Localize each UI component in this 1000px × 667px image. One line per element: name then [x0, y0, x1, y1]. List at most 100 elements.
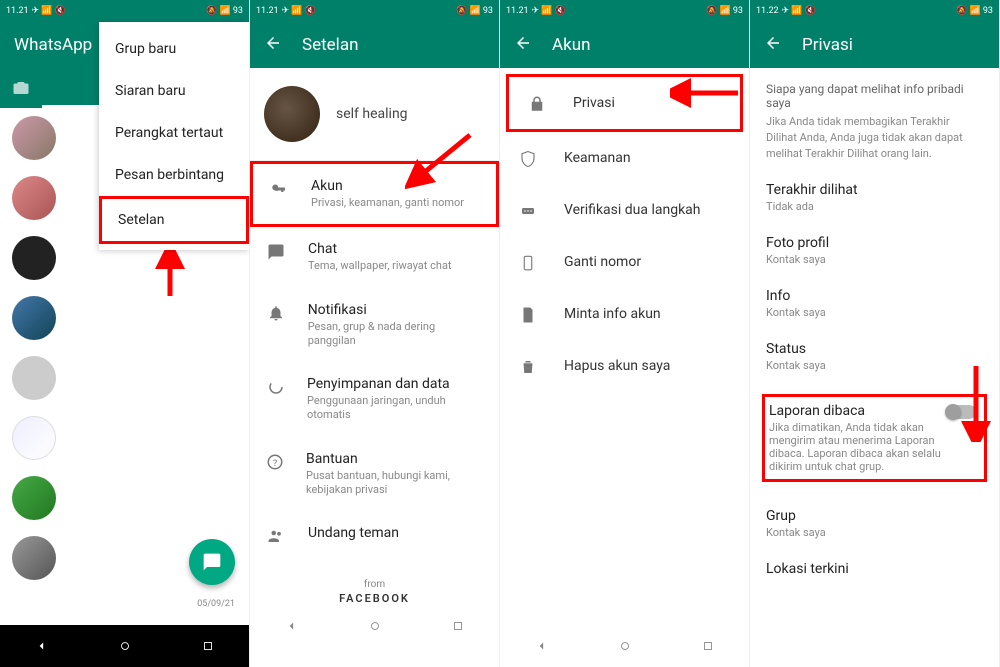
- phone-icon: [518, 252, 538, 272]
- nav-home-icon[interactable]: [117, 638, 133, 654]
- chat-row[interactable]: [0, 288, 249, 348]
- privacy-status[interactable]: Status Kontak saya: [766, 341, 983, 372]
- menu-item-new-broadcast[interactable]: Siaran baru: [99, 70, 249, 112]
- menu-item-new-group[interactable]: Grup baru: [99, 28, 249, 70]
- nav-recent-icon[interactable]: [450, 618, 466, 634]
- page-title: Setelan: [302, 35, 358, 55]
- item-title: Info: [766, 288, 983, 304]
- setting-help[interactable]: ? Bantuan Pusat bantuan, hubungi kami, ke…: [250, 437, 499, 512]
- setting-title: Bantuan: [306, 451, 483, 467]
- item-title: Status: [766, 341, 983, 357]
- item-title: Terakhir dilihat: [766, 182, 983, 198]
- nav-recent-icon[interactable]: [200, 638, 216, 654]
- back-button[interactable]: [764, 34, 782, 56]
- android-nav: [250, 605, 499, 647]
- storage-icon: [266, 376, 285, 396]
- status-icons-right: 🔕 📶 93: [206, 6, 243, 16]
- setting-title: Penyimpanan dan data: [307, 376, 483, 392]
- account-request-info[interactable]: Minta info akun: [500, 288, 749, 340]
- menu-item-settings[interactable]: Setelan: [99, 196, 249, 244]
- avatar: [12, 116, 56, 160]
- profile-row[interactable]: self healing: [250, 68, 499, 161]
- android-nav: [0, 625, 249, 667]
- item-sub: Tidak ada: [766, 200, 983, 213]
- setting-sub: Tema, wallpaper, riwayat chat: [308, 259, 452, 273]
- camera-tab[interactable]: [0, 79, 42, 97]
- nav-back-icon[interactable]: [34, 638, 50, 654]
- pin-icon: [518, 200, 538, 220]
- nav-home-icon[interactable]: [367, 618, 383, 634]
- status-icons-left: ✈ 📶 🔇: [532, 6, 566, 16]
- item-sub: Kontak saya: [766, 526, 983, 539]
- screen-privacy: 11.22✈ 📶 🔇 🔕 📶 93 Privasi Siapa yang dap…: [750, 0, 1000, 667]
- avatar: [12, 356, 56, 400]
- setting-notifications[interactable]: NotifikasiPesan, grup & nada dering pang…: [250, 288, 499, 363]
- setting-title: Akun: [311, 178, 464, 194]
- shield-icon: [518, 148, 538, 168]
- chat-row[interactable]: [0, 348, 249, 408]
- chat-row[interactable]: [0, 468, 249, 528]
- back-button[interactable]: [514, 34, 532, 56]
- setting-sub: Pusat bantuan, hubungi kami, kebijakan p…: [306, 469, 483, 498]
- setting-title: Chat: [308, 241, 452, 257]
- bell-icon: [266, 302, 286, 322]
- android-nav: [500, 625, 749, 667]
- screen-settings: 11.21✈ 📶 🔇 🔕 📶 93 Setelan self healing A…: [250, 0, 500, 667]
- overflow-menu: Grup baru Siaran baru Perangkat tertaut …: [99, 22, 249, 250]
- statusbar: 11.22✈ 📶 🔇 🔕 📶 93: [750, 0, 999, 22]
- chat-row[interactable]: [0, 408, 249, 468]
- menu-item-linked-devices[interactable]: Perangkat tertaut: [99, 112, 249, 154]
- privacy-read-receipts[interactable]: Laporan dibaca Jika dimatikan, Anda tida…: [762, 394, 987, 482]
- privacy-profile-photo[interactable]: Foto profil Kontak saya: [766, 235, 983, 266]
- document-icon: [518, 304, 538, 324]
- statusbar: 11.21✈ 📶 🔇 🔕 📶 93: [250, 0, 499, 22]
- row-title: Keamanan: [564, 150, 631, 166]
- privacy-last-seen[interactable]: Terakhir dilihat Tidak ada: [766, 182, 983, 213]
- app-title: WhatsApp: [14, 35, 92, 55]
- avatar: [12, 536, 56, 580]
- privacy-group[interactable]: Grup Kontak saya: [766, 508, 983, 539]
- status-time: 11.21: [506, 6, 529, 16]
- nav-back-icon[interactable]: [284, 618, 300, 634]
- setting-chat[interactable]: Chat Tema, wallpaper, riwayat chat: [250, 227, 499, 287]
- new-chat-fab[interactable]: [189, 539, 235, 585]
- setting-title: Undang teman: [308, 525, 399, 541]
- setting-text: Akun Privasi, keamanan, ganti nomor: [311, 178, 464, 210]
- setting-sub: Privasi, keamanan, ganti nomor: [311, 196, 464, 210]
- profile-name: self healing: [336, 106, 408, 122]
- status-icons-right: 🔕 📶 93: [706, 6, 743, 16]
- page-title: Privasi: [802, 35, 853, 55]
- lock-icon: [527, 93, 547, 113]
- setting-storage[interactable]: Penyimpanan dan dataPenggunaan jaringan,…: [250, 362, 499, 437]
- avatar: [12, 476, 56, 520]
- back-button[interactable]: [264, 34, 282, 56]
- account-delete[interactable]: Hapus akun saya: [500, 340, 749, 392]
- item-title: Foto profil: [766, 235, 983, 251]
- header: Akun: [500, 22, 749, 68]
- chat-icon: [202, 552, 222, 572]
- nav-back-icon[interactable]: [534, 638, 550, 654]
- privacy-live-location[interactable]: Lokasi terkini: [766, 561, 983, 577]
- item-sub: Kontak saya: [766, 359, 983, 372]
- avatar: [12, 236, 56, 280]
- account-privacy[interactable]: Privasi: [506, 74, 743, 132]
- setting-account[interactable]: Akun Privasi, keamanan, ganti nomor: [250, 161, 499, 227]
- nav-home-icon[interactable]: [617, 638, 633, 654]
- key-icon: [269, 178, 289, 198]
- account-security[interactable]: Keamanan: [500, 132, 749, 184]
- privacy-about[interactable]: Info Kontak saya: [766, 288, 983, 319]
- avatar: [12, 176, 56, 220]
- setting-invite[interactable]: Undang teman: [250, 511, 499, 559]
- account-2step[interactable]: Verifikasi dua langkah: [500, 184, 749, 236]
- account-change-number[interactable]: Ganti nomor: [500, 236, 749, 288]
- trash-icon: [518, 356, 538, 376]
- status-icons-left: ✈ 📶 🔇: [782, 6, 816, 16]
- toggle-switch[interactable]: [946, 405, 976, 419]
- screen-account: 11.21✈ 📶 🔇 🔕 📶 93 Akun Privasi Keamanan …: [500, 0, 750, 667]
- item-sub: Kontak saya: [766, 306, 983, 319]
- date-stamp: 05/09/21: [197, 599, 235, 609]
- statusbar: 11.21✈ 📶 🔇 🔕 📶 93: [500, 0, 749, 22]
- svg-text:?: ?: [273, 459, 277, 469]
- nav-recent-icon[interactable]: [700, 638, 716, 654]
- menu-item-starred[interactable]: Pesan berbintang: [99, 154, 249, 196]
